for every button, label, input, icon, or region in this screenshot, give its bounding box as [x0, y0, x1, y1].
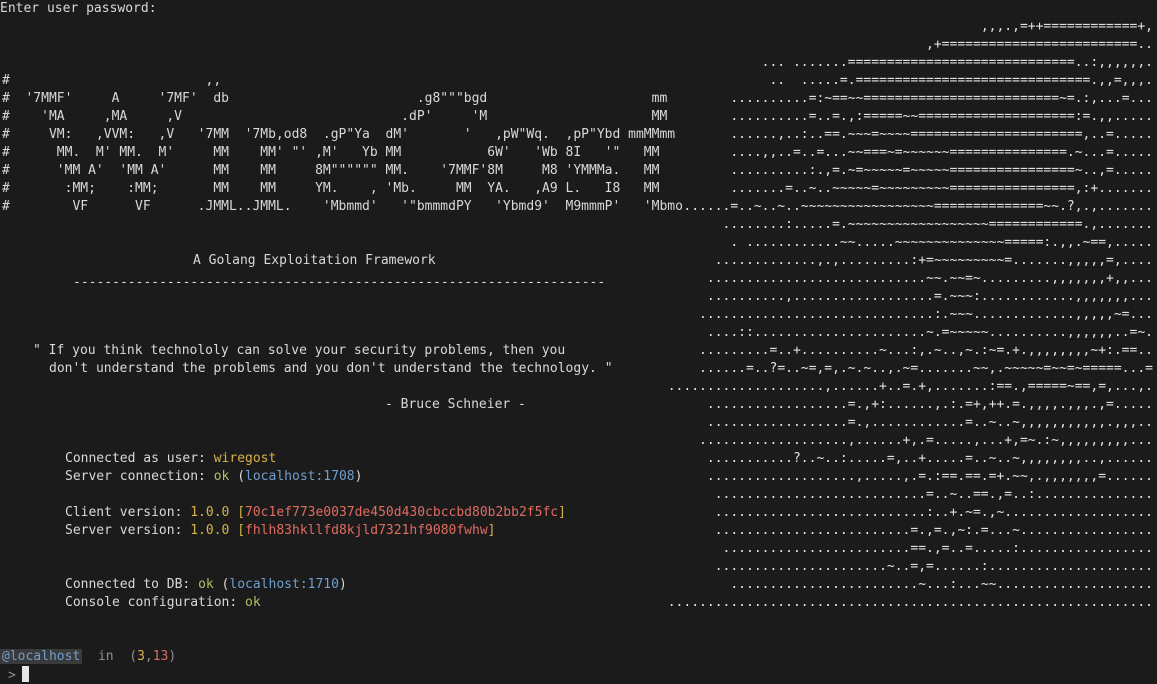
- prompt-coord-b: 13: [152, 649, 169, 664]
- db-host: localhost:1710: [229, 577, 339, 592]
- client-version-hash: 70c1ef773e0037de450d430cbccbd80b2bb2f5fc: [245, 505, 559, 520]
- console-config-label: Console configuration:: [65, 595, 246, 610]
- db-row: Connected to DB: ok (localhost:1710): [65, 577, 347, 592]
- ascii-art-row: ,,,.,=++============+,: [980, 19, 1153, 34]
- server-version-row: Server version: 1.0.0 [fhlh83hkllfd8kjld…: [65, 523, 496, 538]
- console-config-row: Console configuration: ok: [65, 594, 261, 612]
- quote-line-2: don't understand the problems and you do…: [49, 361, 613, 376]
- status-user-value: wiregost: [213, 451, 277, 466]
- ascii-art-row: ..........:.,=.~=~~~~~=~~~~~============…: [730, 163, 1153, 178]
- terminal-window: Enter user password: # ,, # '7MMF' A '7MF…: [0, 0, 1157, 684]
- ascii-art-row: .........=..+..........~...:,.~..,~.:~=.…: [699, 343, 1153, 358]
- status-user-label: Connected as user:: [65, 451, 214, 466]
- quote-line-1: " If you think technololy can solve your…: [33, 343, 566, 358]
- ascii-art-row: . ............~~.....~~~~~~~~~~~~~~=====…: [730, 235, 1153, 250]
- banner-left-row: # '7MMF' A '7MF' db .g8"""bgd mm: [2, 91, 668, 106]
- prompt-host: @localhost: [0, 649, 83, 664]
- ascii-art-row: ...........?..~..:.....=,..+.....=..~..~…: [706, 451, 1153, 466]
- server-version-value: 1.0.0: [190, 523, 230, 538]
- ascii-art-row: ...........................=..~..==.,=..…: [714, 487, 1153, 502]
- ascii-art-row: ........................~...:...~~......…: [730, 577, 1153, 592]
- status-server-row: Server connection: ok (localhost:1708): [65, 469, 363, 484]
- prompt-status-line: @localhost in (3,13): [0, 649, 177, 664]
- banner-left-row: # VF VF .JMML..JMML. 'Mbmmd' '"bmmmdPY '…: [2, 199, 683, 214]
- db-label: Connected to DB:: [65, 577, 199, 592]
- text-cursor[interactable]: [21, 666, 29, 682]
- ascii-art-row: ............................~~.~~=~.....…: [706, 271, 1153, 286]
- ascii-art-row: ..........=..=.,:=====~~================…: [730, 109, 1153, 124]
- client-version-row: Client version: 1.0.0 [70c1ef773e0037de4…: [65, 505, 566, 520]
- ascii-art-row: ...................,.....,.=.:==.==.=+.~…: [706, 469, 1153, 484]
- status-server-ok: ok: [213, 469, 230, 484]
- ascii-art-row: ....::......................~.=~~~~~....…: [706, 325, 1153, 340]
- ascii-art-row: ,+=========================..: [926, 37, 1153, 52]
- ascii-art-row: ......,..:..==.~~~=~~~~=================…: [730, 127, 1153, 142]
- ascii-art-row: .. .....=.==============================…: [769, 73, 1153, 88]
- ascii-art-row: ..............................:.~~~.....…: [699, 307, 1153, 322]
- ascii-art-row: ........................................…: [667, 595, 1153, 610]
- banner-left-row: # 'MA ,MA ,V .dP' 'M MM: [2, 109, 668, 124]
- ascii-art-row: ......=..?=..~=,=,.~.~..,.~=.......~~,.~…: [699, 361, 1153, 376]
- console-config-ok: ok: [245, 595, 261, 610]
- ascii-art-row: ... .......=============================…: [761, 55, 1153, 70]
- client-version-label: Client version:: [65, 505, 191, 520]
- ascii-art-right: ,,,.,=++============+, ,+================…: [668, 18, 1153, 612]
- ascii-art-row: ...................,......+,.=.....,...+…: [699, 433, 1153, 448]
- ascii-art-row: .............,.,.........:+=~~~~~~~~~=..…: [714, 253, 1153, 268]
- ascii-art-row: ....,,..=..=...~~===~=~~~~~~============…: [730, 145, 1153, 160]
- ascii-art-row: ..................=.,............=..~..~…: [706, 415, 1153, 430]
- banner-left-row: # :MM; :MM; MM MM YM. , 'Mb. MM YA. ,A9 …: [2, 181, 660, 196]
- ascii-art-row: ..........,..................=.~~~:.....…: [706, 289, 1153, 304]
- ascii-art-row: ........................==.,=..=.....:..…: [722, 541, 1153, 556]
- prompt-caret: >: [8, 668, 16, 683]
- prompt-in: in: [97, 649, 114, 664]
- server-version-hash: fhlh83hkllfd8kjld7321hf9080fwhw: [245, 523, 488, 538]
- ascii-art-row: ..........=:~==~~=======================…: [730, 91, 1153, 106]
- db-ok: ok: [198, 577, 214, 592]
- banner-left-row: # 'MM A' 'MM A' MM MM 8M"""""" MM. '7MMF…: [2, 163, 660, 178]
- ascii-art-row: ........:.....=.~~~~~~~~~~~~~~~~~~======…: [722, 217, 1153, 232]
- ascii-art-row: ......=..~..~..~~~~~~~~~~~~~~~~~========…: [683, 199, 1153, 214]
- banner-left-row: # MM. M' MM. M' MM MM' "' ,M' Yb MM 6W' …: [2, 145, 660, 160]
- ascii-banner-left: # ,, # '7MMF' A '7MF' db .g8"""bgd mm # 'M…: [2, 72, 683, 216]
- banner-left-row: # ,,: [2, 73, 222, 88]
- client-version-value: 1.0.0: [190, 505, 230, 520]
- input-line[interactable]: >: [8, 666, 29, 684]
- ascii-art-row: ....................,......+..=.+,......…: [667, 379, 1153, 394]
- status-user-row: Connected as user: wiregost: [65, 450, 276, 468]
- ascii-art-row: ......................~..=,=......:.....…: [714, 559, 1153, 574]
- tagline: A Golang Exploitation Framework: [193, 253, 436, 268]
- password-prompt: Enter user password:: [0, 1, 157, 16]
- quote-author: - Bruce Schneier -: [385, 397, 526, 412]
- tagline-rule: ----------------------------------------…: [73, 275, 606, 290]
- banner-left-row: # VM: ,VVM: ,V '7MM '7Mb,od8 .gP"Ya dM' …: [2, 127, 676, 142]
- status-server-host: localhost:1708: [245, 469, 355, 484]
- ascii-art-row: ...........................:..+.~=.,~...…: [714, 505, 1153, 520]
- ascii-art-row: ..................=.,+:......,.:.=+,++.=…: [706, 397, 1153, 412]
- ascii-art-row: .........................=.,=.,~:.=...~.…: [714, 523, 1153, 538]
- server-version-label: Server version:: [65, 523, 191, 538]
- ascii-art-row: .......=..~..~~~~~=~~~~~~~~~============…: [730, 181, 1153, 196]
- status-server-label: Server connection:: [65, 469, 214, 484]
- prompt-coord-a: 3: [137, 649, 145, 664]
